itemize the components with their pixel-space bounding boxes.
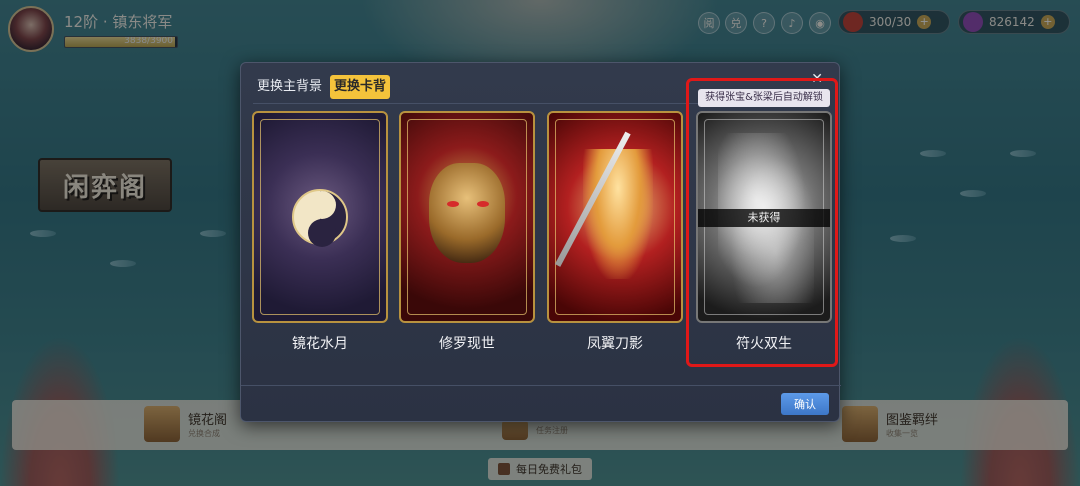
card-name-2: 修罗现世 [439,336,495,352]
card-back-option-1[interactable] [252,111,388,323]
mask-eye-right [477,201,489,207]
tab-card-back[interactable]: 更换卡背 [330,75,391,99]
card-back-option-2[interactable] [399,111,535,323]
card-back-option-3[interactable] [547,111,683,323]
demon-mask-icon [429,163,505,263]
card-name-3: 凤翼刀影 [587,336,643,352]
dialog-footer [241,385,841,423]
highlight-box [686,78,838,367]
tab-main-background[interactable]: 更换主背景 [253,75,326,99]
phoenix-icon [583,149,653,279]
card-name-1: 镜花水月 [292,336,348,352]
mask-eye-left [447,201,459,207]
confirm-button[interactable]: 确认 [781,393,829,415]
taiji-icon [292,189,348,247]
card-back-dialog: 更换主背景 更换卡背 ✕ 镜花水月 修罗现世 凤翼刀影 未获得 符火双生 获得张… [240,62,841,423]
